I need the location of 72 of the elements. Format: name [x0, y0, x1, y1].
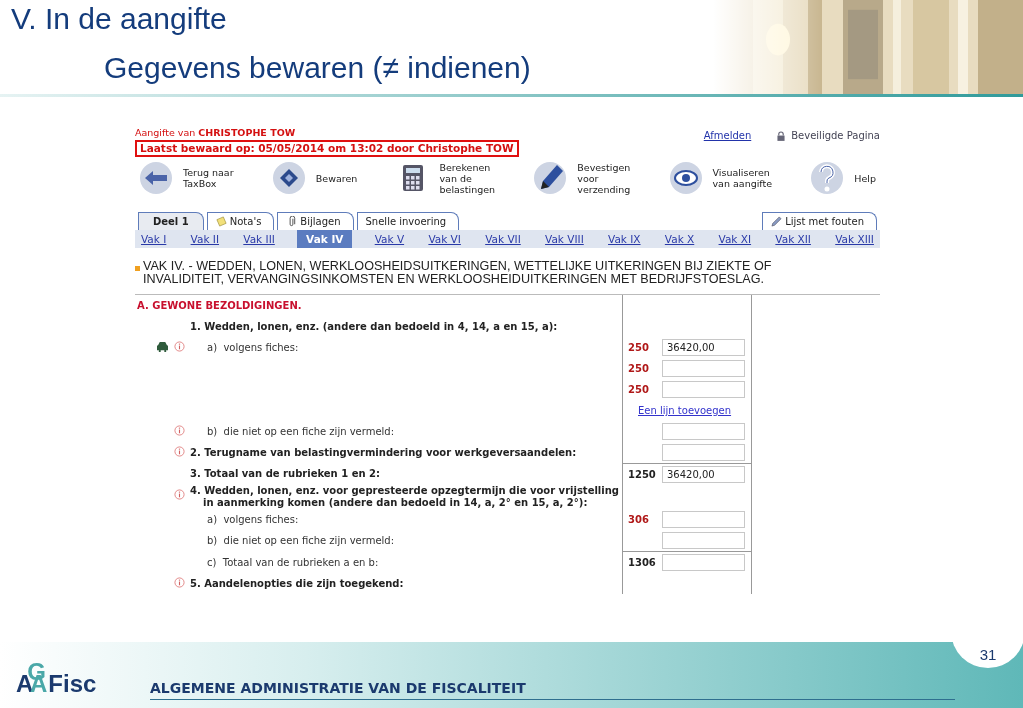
amount-field[interactable]: 36420,00: [662, 339, 745, 356]
toolbar-button[interactable]: Visualiseren van aangifte: [664, 161, 777, 195]
lock-icon: [777, 130, 786, 141]
section-tab[interactable]: Vak II: [188, 230, 222, 248]
organization-name: ALGEMENE ADMINISTRATIE VAN DE FISCALITEIT: [150, 680, 955, 700]
form-tab[interactable]: Deel 1: [138, 212, 204, 230]
add-line-link[interactable]: Een lijn toevoegen: [638, 405, 732, 416]
form-tab[interactable]: Nota's: [206, 212, 275, 230]
section-tab[interactable]: Vak XIII: [833, 230, 876, 248]
info-icon[interactable]: [174, 577, 185, 588]
form-tab[interactable]: Bijlagen: [277, 212, 354, 230]
amount-field[interactable]: [662, 360, 745, 377]
field-code: 250: [628, 363, 650, 374]
section-tab[interactable]: Vak XI: [716, 230, 754, 248]
form-tab[interactable]: Snelle invoering: [356, 212, 460, 230]
field-code: 250: [628, 342, 650, 353]
amount-field[interactable]: [662, 532, 745, 549]
amount-field[interactable]: [662, 511, 745, 528]
section-heading: VAK IV. - WEDDEN, LONEN, WERKLOOSHEIDSUITKERINGEN, WETTELIJKE UITKERINGEN BIJ ZIEKTE OF INVALIDITEIT, VERVANGINGSINKOMSTEN EN WERKLOOSHEIDUITKERINGEN MET BEDRIJFSTOESLAG.: [143, 260, 773, 286]
section-tab[interactable]: Vak I: [139, 230, 169, 248]
sub-question-label: a) volgens fiches:: [206, 342, 299, 353]
toolbar-button[interactable]: Bevestigen voor verzending: [529, 161, 635, 195]
info-icon[interactable]: [174, 446, 185, 457]
section-tab[interactable]: Vak XII: [773, 230, 813, 248]
field-code: 1250: [628, 469, 657, 480]
toolbar-button[interactable]: Terug naar TaxBox: [135, 161, 238, 195]
amount-field[interactable]: [662, 423, 745, 440]
amount-field[interactable]: 36420,00: [662, 466, 745, 483]
section-tab[interactable]: Vak VIII: [543, 230, 586, 248]
sub-question-label: b) die niet op een fiche zijn vermeld:: [206, 535, 395, 546]
section-tab[interactable]: Vak IX: [606, 230, 643, 248]
question-label: 2. Terugname van belastingvermindering voor werkgeversaandelen:: [190, 446, 577, 459]
amount-field[interactable]: [662, 381, 745, 398]
help-icon: [810, 161, 845, 195]
field-code: 1306: [628, 557, 657, 568]
info-icon[interactable]: [174, 489, 185, 500]
field-code: 306: [628, 514, 650, 525]
eye-icon: [668, 161, 703, 195]
info-icon[interactable]: [174, 425, 185, 436]
pen-icon: [533, 161, 568, 195]
info-icon[interactable]: [174, 341, 185, 352]
toolbar-button[interactable]: Berekenen van de belastingen: [391, 161, 500, 195]
toolbar-button[interactable]: Help: [806, 161, 880, 195]
slide-title: V. In de aangifte: [11, 2, 228, 36]
last-saved-notice: Laatst bewaard op: 05/05/2014 om 13:02 door Christophe TOW: [135, 140, 519, 157]
note-icon: [215, 216, 227, 227]
sub-question-label: b) die niet op een fiche zijn vermeld:: [206, 426, 395, 437]
error-list-tab[interactable]: Lijst met fouten: [762, 212, 877, 230]
declarant-text: Aangifte van CHRISTOPHE TOW: [135, 127, 296, 138]
secure-page-label: Beveiligde Pagina: [791, 130, 880, 141]
field-code: 250: [628, 384, 650, 395]
logout-link[interactable]: Afmelden: [703, 130, 752, 141]
toolbar-button[interactable]: Bewaren: [267, 161, 362, 195]
paperclip-icon: [286, 216, 298, 227]
question-label: 5. Aandelenopties die zijn toegekend:: [190, 577, 404, 590]
sub-question-label: a) volgens fiches:: [206, 514, 299, 525]
section-tab[interactable]: Vak IV: [297, 230, 353, 248]
slide-subtitle: Gegevens bewaren (≠ indienen): [104, 51, 532, 85]
pencil-icon: [771, 216, 783, 227]
question-label: 1. Wedden, lonen, enz. (andere dan bedoeld in 4, 14, a en 15, a):: [190, 320, 558, 333]
section-tab[interactable]: Vak X: [662, 230, 697, 248]
section-tab[interactable]: Vak VII: [483, 230, 523, 248]
section-tab[interactable]: Vak VI: [426, 230, 463, 248]
sub-question-label: c) Totaal van de rubrieken a en b:: [206, 556, 379, 568]
group-heading: A. GEWONE BEZOLDIGINGEN.: [136, 300, 302, 311]
amount-field[interactable]: [662, 554, 745, 571]
question-label: 4. Wedden, lonen, enz. voor gepresteerde opzegtermijn die voor vrijstelling in aanmerking komen (andere dan bedoeld in 14, a, 2° en 15, a, 2°):: [190, 485, 620, 509]
question-label: 3. Totaal van de rubrieken 1 en 2:: [190, 468, 380, 480]
bullet-icon: [135, 266, 140, 271]
section-tab[interactable]: Vak V: [372, 230, 407, 248]
amount-field[interactable]: [662, 444, 745, 461]
section-tab[interactable]: Vak III: [241, 230, 277, 248]
